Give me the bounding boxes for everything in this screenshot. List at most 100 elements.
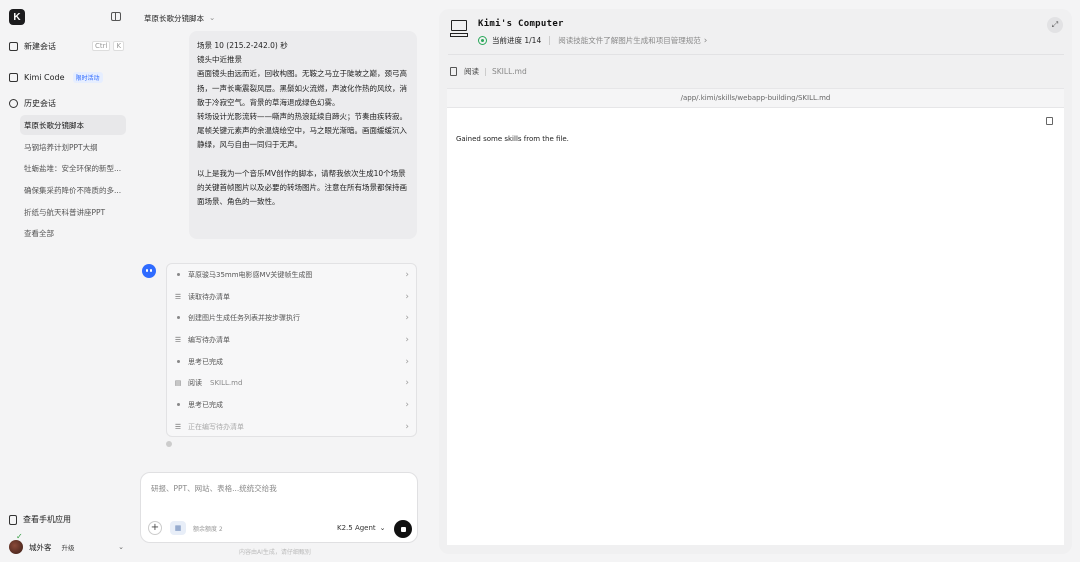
history-item[interactable]: 马钢培养计划PPT大纲 bbox=[20, 137, 126, 157]
skills-button[interactable]: ▦ bbox=[170, 521, 186, 535]
history-item[interactable]: 折纸与航天科普讲座PPT bbox=[20, 202, 126, 222]
history-title: 历史会话 bbox=[24, 99, 56, 108]
history-item[interactable]: 确保集采药降价不降质的多... bbox=[20, 180, 126, 200]
shortcut-ctrl: Ctrl bbox=[92, 41, 111, 51]
chevron-down-icon: ⌄ bbox=[118, 543, 124, 551]
model-name: K2.5 Agent bbox=[337, 524, 376, 532]
file-content: Gained some skills from the file. bbox=[456, 135, 569, 143]
step-row[interactable]: 思考已完成 › bbox=[167, 394, 418, 415]
loading-indicator bbox=[166, 441, 172, 447]
chevron-right-icon: › bbox=[405, 377, 409, 388]
model-selector[interactable]: K2.5 Agent ⌄ bbox=[337, 524, 386, 532]
username: 城外客 bbox=[29, 542, 52, 552]
chevron-right-icon: › bbox=[405, 312, 409, 323]
step-label: 阅读 bbox=[188, 378, 202, 387]
clock-icon bbox=[9, 99, 18, 108]
bullet-icon bbox=[174, 316, 182, 319]
agent-steps-list: 草原骏马35mm电影感MV关键帧生成图 › ☰ 读取待办清单 › 创建图片生成任… bbox=[166, 263, 417, 437]
step-file-name: SKILL.md bbox=[210, 378, 243, 387]
chevron-right-icon: › bbox=[405, 421, 409, 432]
kimi-code-label: Kimi Code bbox=[24, 73, 65, 82]
step-label: 草原骏马35mm电影感MV关键帧生成图 bbox=[188, 270, 313, 279]
chat-input[interactable]: 研报、PPT、网站、表格...统统交给我 bbox=[151, 483, 277, 494]
sidebar-collapse-icon[interactable] bbox=[111, 12, 121, 21]
progress-row[interactable]: 当前进度 1/14 阅读技能文件了解图片生成和项目管理规范 › bbox=[478, 35, 707, 46]
step-label: 正在编写待办清单 bbox=[188, 422, 244, 431]
list-icon: ☰ bbox=[174, 292, 182, 301]
step-label: 编写待办清单 bbox=[188, 335, 230, 344]
limited-badge: 限时活动 bbox=[72, 72, 103, 83]
list-icon: ☰ bbox=[174, 422, 182, 431]
step-label: 读取待办清单 bbox=[188, 292, 230, 301]
chevron-right-icon: › bbox=[405, 356, 409, 367]
chevron-right-icon: › bbox=[405, 334, 409, 345]
step-label: 创建图片生成任务列表并按步骤执行 bbox=[188, 313, 300, 322]
message-line: 镜头中近推景 bbox=[197, 55, 242, 65]
message-line bbox=[197, 153, 409, 167]
file-path-bar: /app/.kimi/skills/webapp-building/SKILL.… bbox=[447, 88, 1064, 108]
kimi-bot-avatar bbox=[142, 264, 156, 278]
new-chat-icon bbox=[9, 42, 18, 51]
history-item[interactable]: 牡蛎盐堆：安全环保的新型... bbox=[20, 158, 126, 178]
step-row[interactable]: 创建图片生成任务列表并按步骤执行 › bbox=[167, 307, 418, 328]
chat-panel: 草原长歌分镜脚本 ⌄ 场景 10 (215.2-242.0) 秒 镜头中近推景 … bbox=[132, 0, 428, 562]
bullet-icon bbox=[174, 273, 182, 276]
message-line: 转场设计光影流转——嘶声的热浪延续自蹄火；节奏由疾转寂。 bbox=[197, 112, 407, 122]
progress-label: 当前进度 1/14 bbox=[492, 36, 542, 45]
chat-input-box[interactable]: 研报、PPT、网站、表格...统统交给我 + ▦ 额余额度 2 K2.5 Age… bbox=[140, 472, 418, 543]
list-icon: ☰ bbox=[174, 335, 182, 344]
file-header: 阅读 SKILL.md bbox=[450, 66, 527, 77]
sidebar: K 新建会话 Ctrl K Kimi Code 限时活动 历史会话 草原长歌分镜… bbox=[0, 0, 132, 562]
step-row[interactable]: 草原骏马35mm电影感MV关键帧生成图 › bbox=[167, 264, 418, 285]
file-path: /app/.kimi/skills/webapp-building/SKILL.… bbox=[680, 94, 831, 102]
phone-icon bbox=[9, 514, 17, 525]
shortcut-k: K bbox=[113, 41, 125, 51]
progress-status-icon bbox=[478, 36, 487, 45]
bullet-icon bbox=[174, 403, 182, 406]
message-line: 场景 10 (215.2-242.0) 秒 bbox=[197, 41, 288, 50]
document-icon bbox=[450, 67, 457, 76]
chevron-right-icon: › bbox=[405, 291, 409, 302]
chevron-right-icon: › bbox=[405, 399, 409, 410]
bullet-icon bbox=[174, 360, 182, 363]
file-name: SKILL.md bbox=[492, 67, 527, 76]
history-header: 历史会话 bbox=[9, 98, 56, 109]
chevron-down-icon: ⌄ bbox=[379, 524, 386, 532]
step-row[interactable]: ☰ 读取待办清单 › bbox=[167, 286, 418, 307]
quota-label: 额余额度 2 bbox=[193, 526, 223, 533]
step-row[interactable]: ▤ 阅读 SKILL.md › bbox=[167, 372, 418, 393]
stop-button[interactable] bbox=[394, 520, 412, 538]
kimi-logo[interactable]: K bbox=[9, 9, 25, 25]
message-line: 尾帧关键元素声的余温烧绘空中，马之眼光渐暗。画面缓缓沉入静绿，风与自由一同归于无… bbox=[197, 126, 407, 150]
document-icon: ▤ bbox=[174, 378, 182, 387]
avatar bbox=[9, 540, 23, 554]
view-all-link[interactable]: 查看全部 bbox=[20, 223, 126, 243]
new-chat-button[interactable]: 新建会话 bbox=[9, 41, 56, 52]
chat-title: 草原长歌分镜脚本 bbox=[144, 14, 204, 23]
divider bbox=[448, 54, 1064, 55]
leaf-icon: ✓ bbox=[16, 532, 23, 541]
phone-app-label: 查看手机应用 bbox=[23, 515, 71, 524]
kimi-code-link[interactable]: Kimi Code 限时活动 bbox=[9, 72, 103, 83]
chevron-right-icon: › bbox=[703, 35, 708, 46]
shortcut-hint: Ctrl K bbox=[92, 41, 125, 51]
upgrade-button[interactable]: 升级 bbox=[62, 542, 75, 552]
code-icon bbox=[9, 73, 18, 82]
panel-title: Kimi's Computer bbox=[478, 19, 564, 29]
history-item[interactable]: 草原长歌分镜脚本 bbox=[20, 115, 126, 135]
step-row[interactable]: 思考已完成 › bbox=[167, 351, 418, 372]
expand-button[interactable]: ⤢ bbox=[1047, 17, 1063, 33]
step-row[interactable]: ☰ 编写待办清单 › bbox=[167, 329, 418, 350]
user-menu[interactable]: 城外客 升级 ⌄ bbox=[9, 540, 124, 554]
add-attachment-button[interactable]: + bbox=[148, 521, 162, 535]
divider bbox=[549, 36, 551, 45]
step-row[interactable]: ☰ 正在编写待办清单 › bbox=[167, 416, 418, 437]
step-label: 思考已完成 bbox=[188, 357, 223, 366]
copy-icon[interactable] bbox=[1044, 115, 1053, 125]
chat-title-dropdown[interactable]: 草原长歌分镜脚本 ⌄ bbox=[144, 13, 215, 24]
chevron-down-icon: ⌄ bbox=[209, 13, 216, 22]
divider bbox=[485, 67, 486, 76]
step-label: 思考已完成 bbox=[188, 400, 223, 409]
computer-icon bbox=[450, 20, 470, 38]
phone-app-link[interactable]: 查看手机应用 bbox=[9, 514, 71, 525]
